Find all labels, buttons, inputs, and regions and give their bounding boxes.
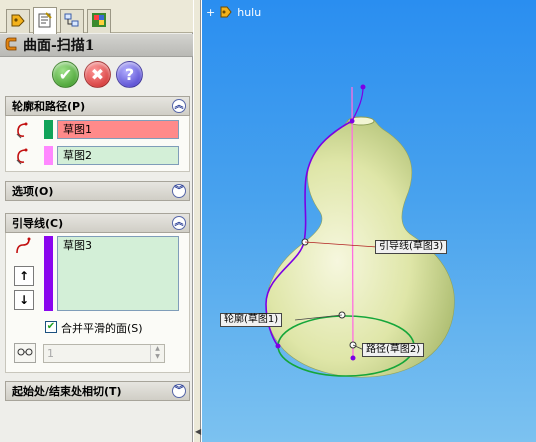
move-up-button[interactable]: ↑ xyxy=(14,266,34,286)
close-icon: ✖ xyxy=(90,65,105,84)
chevron-down-icon[interactable]: ︾ xyxy=(172,384,186,398)
callout-guide-label: 引导线(草图3) xyxy=(379,241,444,252)
merge-smooth-faces-label: 合并平滑的面(S) xyxy=(61,322,143,335)
path-field[interactable]: 草图2 xyxy=(57,146,179,165)
callout-guide-curve[interactable]: 引导线(草图3) xyxy=(375,240,448,254)
group-body-guide-curves: 草图3 ↑ ↓ ✔ 合并平滑的面(S) 1 ▲ ▼ xyxy=(5,233,190,373)
question-icon: ? xyxy=(124,65,135,84)
cancel-button[interactable]: ✖ xyxy=(84,61,111,88)
group-title-profile-path: 轮廓和路径(P) xyxy=(12,100,86,113)
action-buttons: ✔ ✖ ? xyxy=(52,61,143,88)
collapse-arrow-icon[interactable]: ◀ xyxy=(195,428,201,436)
profile-color-swatch xyxy=(44,120,53,139)
path-selection-icon xyxy=(12,145,34,167)
path-value: 草图2 xyxy=(63,149,92,162)
check-icon: ✔ xyxy=(58,65,73,84)
section-spinbox[interactable]: 1 ▲ ▼ xyxy=(43,344,165,363)
tab-configuration-manager[interactable] xyxy=(60,9,84,33)
chevron-up-icon[interactable]: ︽ xyxy=(172,99,186,113)
tab-display-manager[interactable] xyxy=(87,9,111,33)
move-down-button[interactable]: ↓ xyxy=(14,290,34,310)
group-title-tangency: 起始处/结束处相切(T) xyxy=(12,385,122,398)
guide-curve-list[interactable]: 草图3 xyxy=(57,236,179,311)
checkmark-icon: ✔ xyxy=(46,321,56,332)
path-color-swatch xyxy=(44,146,53,165)
group-title-guide-curves: 引导线(C) xyxy=(12,217,64,230)
manager-tabs xyxy=(0,0,193,34)
callout-path[interactable]: 路径(草图2) xyxy=(362,343,425,357)
group-body-profile-path: 草图1 草图2 xyxy=(5,116,190,172)
ok-button[interactable]: ✔ xyxy=(52,61,79,88)
property-sheet-icon xyxy=(37,11,53,31)
profile-selection-icon xyxy=(12,119,34,141)
chevron-up-icon[interactable]: ︽ xyxy=(172,216,186,230)
feature-title-bar: 曲面-扫描1 xyxy=(0,34,193,57)
help-button[interactable]: ? xyxy=(116,61,143,88)
property-manager-panel: 曲面-扫描1 ✔ ✖ ? 轮廓和路径(P) ︽ 草图1 草图2 选项(O) ︾ … xyxy=(0,0,193,442)
group-header-options[interactable]: 选项(O) ︾ xyxy=(5,181,190,201)
guide-curve-icon xyxy=(12,235,34,257)
configuration-icon xyxy=(64,12,80,31)
tab-property-manager[interactable] xyxy=(33,7,57,34)
guide-color-swatch xyxy=(44,236,53,311)
callout-profile-label: 轮廓(草图1) xyxy=(224,314,279,325)
group-header-guide-curves[interactable]: 引导线(C) ︽ xyxy=(5,213,190,233)
feature-tree-icon xyxy=(10,12,26,31)
glasses-icon xyxy=(17,346,33,360)
show-sections-button[interactable] xyxy=(14,343,36,363)
display-manager-icon xyxy=(91,12,107,31)
group-header-profile-path[interactable]: 轮廓和路径(P) ︽ xyxy=(5,96,190,116)
section-spin-value: 1 xyxy=(47,347,54,360)
tab-feature-manager[interactable] xyxy=(6,9,30,33)
group-header-tangency[interactable]: 起始处/结束处相切(T) ︾ xyxy=(5,381,190,401)
merge-smooth-faces-checkbox[interactable]: ✔ xyxy=(45,321,57,333)
graphics-viewport[interactable]: + hulu 引导线(草图3) 轮廓(草图1) 路径(草图2) xyxy=(202,0,536,442)
spin-arrows-icon[interactable]: ▲ ▼ xyxy=(150,345,164,362)
callout-path-label: 路径(草图2) xyxy=(366,344,421,355)
panel-splitter[interactable]: ◀ xyxy=(193,0,201,442)
profile-field[interactable]: 草图1 xyxy=(57,120,179,139)
arrow-down-icon: ↓ xyxy=(18,293,30,307)
callout-profile[interactable]: 轮廓(草图1) xyxy=(220,313,283,327)
profile-value: 草图1 xyxy=(63,123,92,136)
gourd-model xyxy=(265,84,455,378)
guide-curve-item[interactable]: 草图3 xyxy=(63,237,178,254)
arrow-up-icon: ↑ xyxy=(18,269,30,283)
chevron-down-icon[interactable]: ︾ xyxy=(172,184,186,198)
group-title-options: 选项(O) xyxy=(12,185,54,198)
feature-title: 曲面-扫描1 xyxy=(23,38,95,54)
sweep-surface-icon xyxy=(5,36,19,55)
